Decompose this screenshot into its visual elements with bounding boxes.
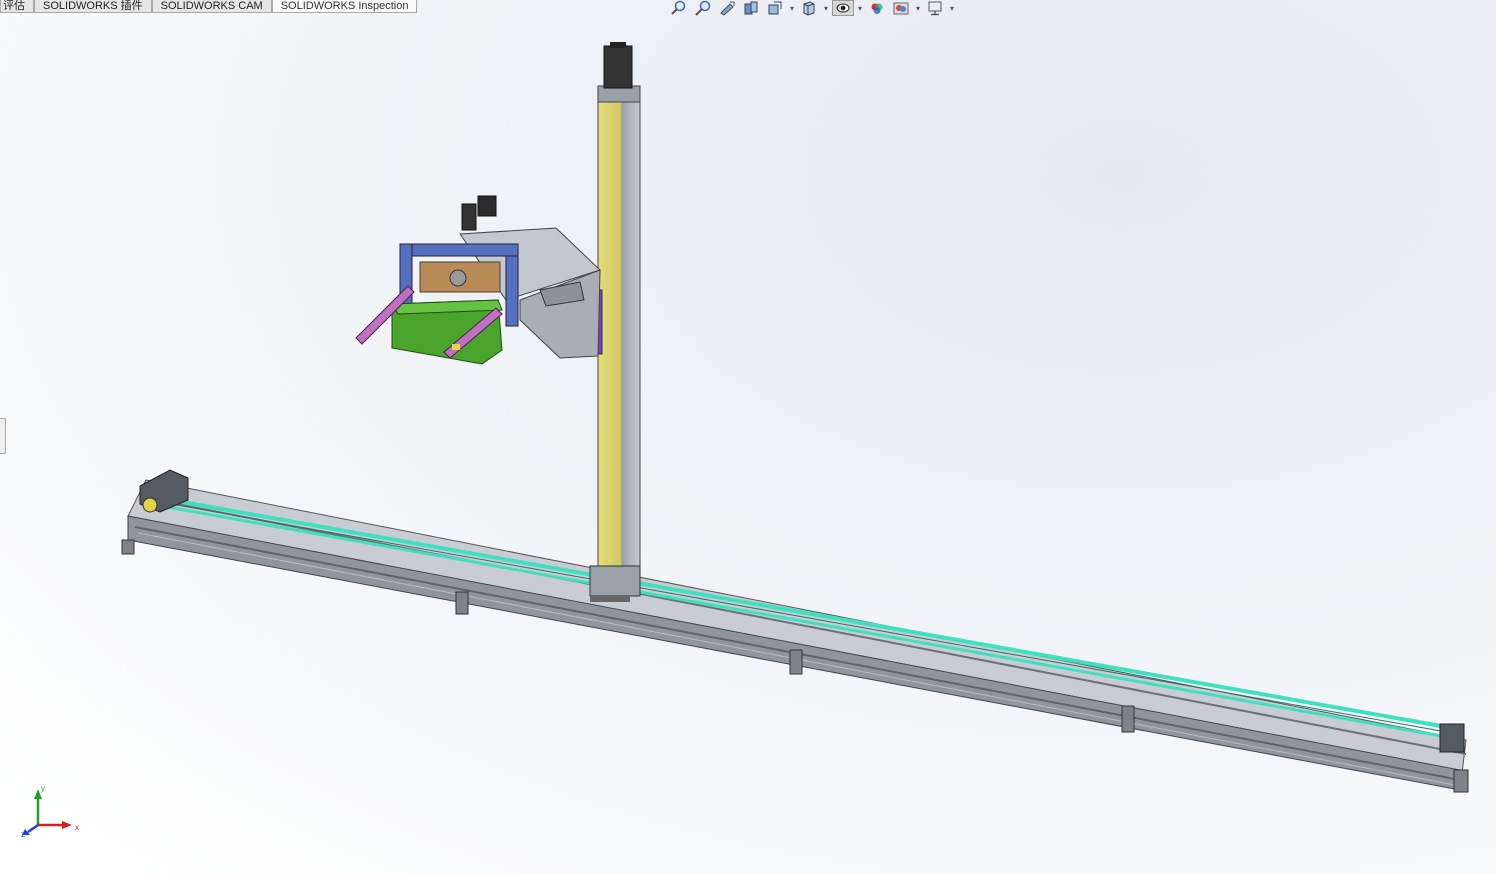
triad-z-label: z bbox=[21, 830, 25, 837]
base-rail bbox=[121, 469, 1469, 793]
triad-x-label: x bbox=[75, 823, 79, 832]
reference-triad: x y z bbox=[21, 785, 79, 837]
gripper bbox=[355, 243, 519, 365]
triad-y-label: y bbox=[41, 785, 45, 793]
model-graphics-area[interactable] bbox=[0, 0, 1496, 874]
